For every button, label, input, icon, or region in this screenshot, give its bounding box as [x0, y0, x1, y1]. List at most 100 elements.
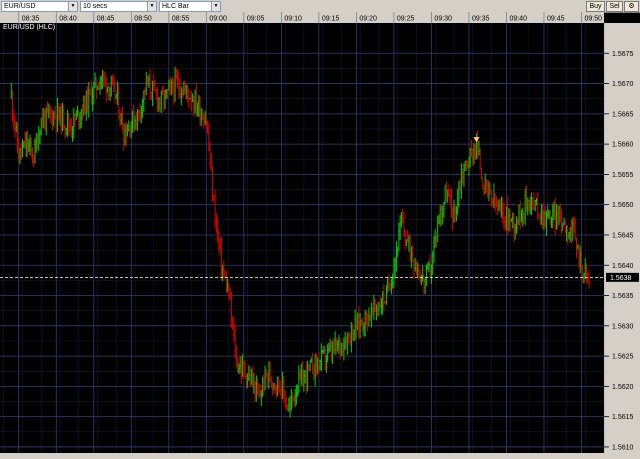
hlc-bar	[33, 154, 36, 168]
hlc-bar	[394, 257, 397, 278]
hlc-bar	[485, 179, 488, 193]
hlc-bar	[327, 344, 330, 363]
chart-title: EUR/USD (HLC)	[3, 24, 56, 31]
chart-style-select[interactable]: HLC Bar ▼	[159, 1, 221, 12]
settings-button[interactable]: ⚙	[624, 1, 639, 12]
hlc-bar	[563, 217, 566, 226]
hlc-bar	[542, 203, 545, 230]
hlc-bar	[404, 229, 407, 249]
hlc-bar	[360, 319, 363, 326]
hlc-bar	[120, 112, 123, 125]
hlc-bar	[509, 209, 512, 233]
hlc-bar	[128, 120, 131, 132]
hlc-bar	[68, 112, 71, 136]
hlc-bar	[145, 71, 148, 96]
hlc-bar	[162, 86, 165, 95]
hlc-bar	[210, 153, 213, 171]
hlc-bar	[448, 184, 451, 198]
price-chart[interactable]: 08:35 08:40 08:45 08:50 08:55 09:00 09:05 09:10…	[0, 0, 640, 459]
chevron-down-icon: ▼	[147, 2, 156, 11]
hlc-bar	[533, 192, 536, 211]
hlc-bar	[458, 181, 461, 208]
hlc-bar	[244, 360, 247, 379]
hlc-bar	[353, 329, 356, 342]
hlc-bar	[130, 120, 133, 139]
hlc-bar	[202, 109, 205, 120]
hlc-bar	[45, 107, 48, 136]
hlc-bar	[260, 390, 263, 407]
interval-select[interactable]: 10 secs ▼	[80, 1, 157, 12]
hlc-bar	[160, 90, 163, 113]
hlc-bar	[338, 334, 341, 355]
hlc-bar	[80, 108, 83, 128]
hlc-bar	[163, 86, 166, 112]
hlc-bar	[222, 264, 225, 282]
hlc-bar	[25, 131, 28, 158]
hlc-bar	[564, 219, 567, 234]
hlc-bar	[348, 331, 351, 344]
hlc-bar	[463, 163, 466, 187]
hlc-bar	[323, 345, 326, 355]
hlc-bar	[108, 84, 111, 101]
hlc-bar	[230, 291, 233, 329]
hlc-bar	[122, 106, 125, 132]
hlc-bar	[97, 85, 100, 90]
gear-icon: ⚙	[628, 3, 635, 10]
hlc-bar	[329, 338, 332, 352]
hlc-bar	[528, 199, 531, 212]
hlc-bar	[417, 262, 420, 278]
hlc-bar	[377, 301, 380, 318]
interval-select-value: 10 secs	[83, 3, 108, 10]
hlc-bar	[308, 365, 311, 372]
hlc-bar	[62, 102, 65, 132]
hlc-bar	[142, 98, 145, 118]
hlc-bar	[139, 103, 142, 123]
hlc-bar	[42, 107, 45, 129]
hlc-bar	[27, 130, 30, 158]
hlc-bar	[189, 97, 192, 100]
hlc-bar	[403, 211, 406, 237]
hlc-bar	[374, 298, 377, 312]
hlc-bar	[187, 84, 190, 103]
hlc-bar	[250, 368, 253, 386]
hlc-bar	[483, 184, 486, 196]
hlc-bar	[397, 247, 400, 258]
symbol-select[interactable]: EUR/USD ▼	[1, 1, 78, 12]
hlc-bar	[209, 141, 212, 169]
hlc-bar	[84, 95, 87, 114]
hlc-bar	[440, 204, 443, 225]
buy-button[interactable]: Buy	[586, 1, 605, 12]
hlc-bar	[220, 237, 223, 281]
hlc-bar	[213, 194, 216, 202]
hlc-bar	[527, 197, 530, 216]
hlc-bar	[274, 383, 277, 395]
hlc-bar	[275, 384, 278, 399]
hlc-bar	[419, 269, 422, 284]
hlc-bar	[87, 86, 90, 114]
chevron-down-icon: ▼	[211, 2, 220, 11]
hlc-bar	[168, 79, 171, 91]
hlc-bar	[72, 125, 75, 142]
horizontal-scrollbar[interactable]	[0, 453, 640, 459]
hlc-bar	[560, 208, 563, 234]
hlc-bar	[532, 196, 535, 210]
sell-button[interactable]: Sel	[606, 1, 623, 12]
hlc-bar	[370, 302, 373, 328]
hlc-bar	[442, 205, 445, 225]
hlc-bar	[134, 115, 137, 131]
hlc-bar	[488, 180, 491, 202]
hlc-bar	[262, 376, 265, 398]
hlc-bar	[420, 274, 423, 286]
hlc-bar	[73, 107, 76, 139]
hlc-bar	[105, 76, 108, 103]
hlc-bar	[565, 225, 568, 242]
hlc-bar	[153, 73, 156, 92]
hlc-bar	[99, 76, 102, 95]
hlc-bar	[119, 109, 122, 128]
hlc-bar	[433, 236, 436, 264]
hlc-bar	[464, 160, 467, 171]
hlc-bar	[242, 354, 245, 377]
hlc-bar	[577, 244, 580, 250]
hlc-bar	[324, 346, 327, 371]
hlc-bar	[228, 282, 231, 300]
